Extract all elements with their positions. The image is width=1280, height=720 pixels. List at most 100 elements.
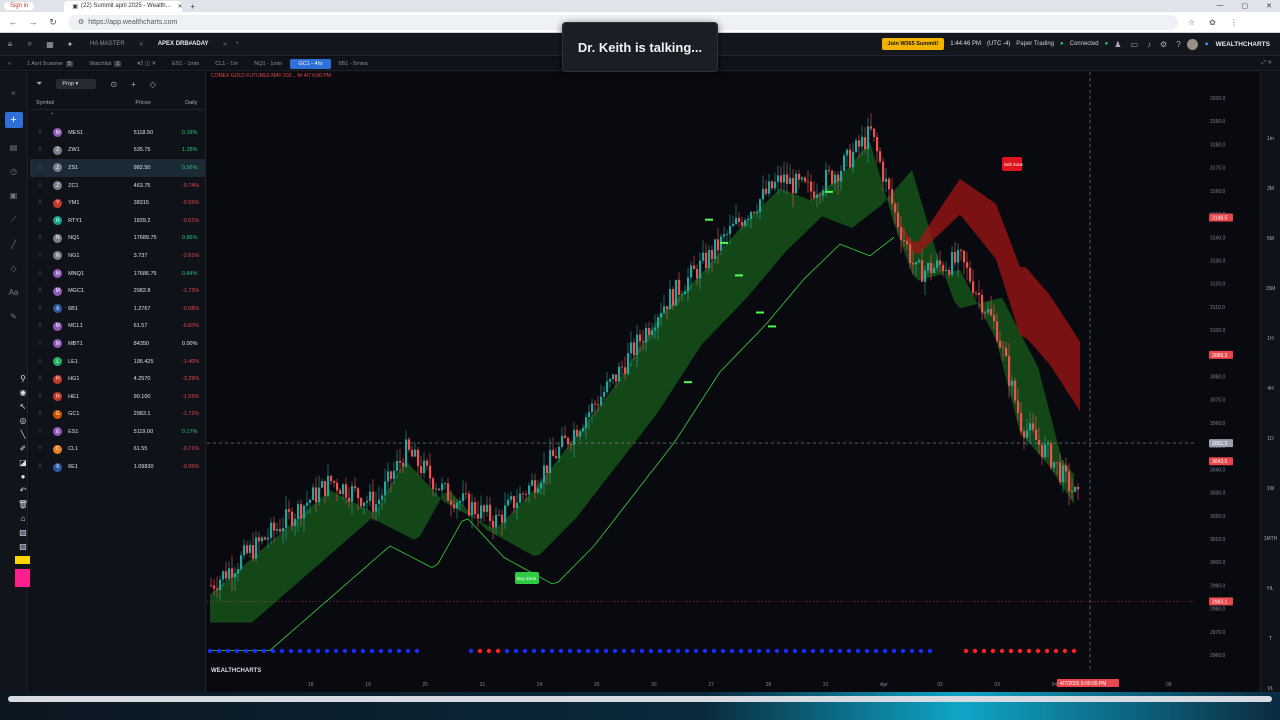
star-icon[interactable]: ☆ xyxy=(1188,18,1195,27)
watchlist-row[interactable]: ⠿ E ES1 5119.00 0.17% xyxy=(30,423,205,441)
menu-dots-icon[interactable]: ⋮ xyxy=(1230,18,1238,27)
drag-handle-icon[interactable]: ⠿ xyxy=(38,429,53,435)
color-swatch-yellow[interactable] xyxy=(15,556,31,564)
cursor-icon[interactable]: ↖ xyxy=(20,402,27,411)
sign-in-tab[interactable]: Sign in xyxy=(4,2,35,10)
watchlist-row[interactable]: ⠿ N NQ1 17689.75 0.86% xyxy=(30,230,205,248)
bell-icon[interactable]: ♪ xyxy=(1147,40,1151,49)
help-icon[interactable]: ? xyxy=(1176,40,1180,49)
new-tab-icon[interactable]: + xyxy=(190,2,195,11)
clock-icon[interactable]: ◷ xyxy=(10,167,17,176)
timeframe-label[interactable]: 1D xyxy=(1267,436,1273,442)
watchlist-row[interactable]: ⠿ R RTY1 1839.2 -0.01% xyxy=(30,212,205,230)
layers-icon[interactable]: ▧ xyxy=(19,528,27,537)
chart-icon[interactable]: ▤ xyxy=(10,143,18,152)
search-icon[interactable]: ⌕ xyxy=(20,39,40,49)
collapse-left-icon[interactable]: « xyxy=(0,61,19,67)
trash-icon[interactable]: 🗑 xyxy=(18,500,28,509)
drag-handle-icon[interactable]: ⠿ xyxy=(38,288,53,294)
timeframe-label[interactable]: 15M xyxy=(1266,286,1276,292)
avatar[interactable] xyxy=(1186,38,1198,50)
subtab-3[interactable]: CL1 - 1hr xyxy=(207,61,246,67)
watchlist-row[interactable]: ⠿ Z ZS1 982.50 0.56% xyxy=(30,159,205,177)
add-button[interactable]: + xyxy=(4,112,23,128)
minimize-icon[interactable]: — xyxy=(1217,2,1224,10)
close-window-icon[interactable]: ✕ xyxy=(1266,2,1272,10)
browser-tab-active[interactable]: ▣ (22) Summit april 2025 - Wealth... ✕ xyxy=(64,0,183,12)
drag-handle-icon[interactable]: ⠿ xyxy=(38,235,53,241)
add-symbol-icon[interactable]: + xyxy=(131,80,136,89)
timeframe-label[interactable]: HL xyxy=(1267,586,1273,592)
eraser-icon[interactable]: ◪ xyxy=(19,458,27,467)
users-icon[interactable]: ♟ xyxy=(1114,40,1121,49)
timeframe-label[interactable]: 3M xyxy=(1267,186,1274,192)
watchlist-row[interactable]: ⠿ Y YM1 38315 -0.55% xyxy=(30,194,205,212)
close-icon[interactable]: ✕ xyxy=(178,3,183,10)
drag-handle-icon[interactable]: ⠿ xyxy=(38,446,53,452)
undo-icon[interactable]: ↶ xyxy=(20,486,27,495)
tab-apex[interactable]: APEX DRB#ADAY xyxy=(148,41,219,47)
trend-icon[interactable]: ⟋ xyxy=(11,215,17,225)
timeframe-label[interactable]: 5M xyxy=(1267,236,1274,242)
close-icon[interactable]: ✕ xyxy=(139,41,144,48)
line-icon[interactable]: ╱ xyxy=(11,240,16,249)
collapse-icon[interactable]: « xyxy=(11,88,15,97)
line-tool-icon[interactable]: ╲ xyxy=(21,430,26,439)
close-icon[interactable]: ✕ xyxy=(223,41,228,48)
timeframe-label[interactable]: 1H xyxy=(1267,336,1273,342)
reload-icon[interactable]: ↻ xyxy=(46,17,60,28)
watchlist-row[interactable]: ⠿ M MGC1 2982.8 -1.73% xyxy=(30,282,205,300)
gear-icon[interactable]: ⚙ xyxy=(1160,40,1167,49)
paper-trading-status[interactable]: Paper Trading xyxy=(1016,41,1054,47)
drag-handle-icon[interactable]: ⠿ xyxy=(38,253,53,259)
watchlist-row[interactable]: ⠿ M MNQ1 17686.75 0.84% xyxy=(30,265,205,283)
watchlist-row[interactable]: ⠿ G GC1 2983.1 -1.72% xyxy=(30,406,205,424)
drag-handle-icon[interactable]: ⠿ xyxy=(38,147,53,153)
horizontal-scrollbar[interactable] xyxy=(8,696,1272,702)
watchlist-row[interactable]: ⠿ M MES1 5118.50 0.18% xyxy=(30,124,205,142)
price-chart[interactable]: 3200.03190.03180.03170.03160.03150.03140… xyxy=(207,72,1260,692)
filter-icon[interactable]: ⏷ xyxy=(36,79,42,89)
timeframe-label[interactable]: 1MTH xyxy=(1264,536,1278,542)
hamburger-icon[interactable]: ≡ xyxy=(0,40,20,49)
tag-icon[interactable]: ◇ xyxy=(150,80,156,89)
add-tab-icon[interactable]: + xyxy=(236,41,240,47)
col-symbol[interactable]: Symbol xyxy=(36,100,135,106)
split-icon[interactable]: ▾2 ◫ ✕ xyxy=(129,61,164,67)
drag-handle-icon[interactable]: ⠿ xyxy=(38,271,53,277)
pencil-icon[interactable]: ✎ xyxy=(10,312,17,321)
back-icon[interactable]: ← xyxy=(6,17,20,27)
drag-handle-icon[interactable]: ⠿ xyxy=(38,464,53,470)
drag-handle-icon[interactable]: ⠿ xyxy=(38,341,53,347)
drag-handle-icon[interactable]: ⠿ xyxy=(38,323,53,329)
drag-handle-icon[interactable]: ⠿ xyxy=(38,306,53,312)
text-icon[interactable]: Aa xyxy=(9,288,19,297)
watchlist-row[interactable]: ⠿ 6 6B1 1.2767 -0.08% xyxy=(30,300,205,318)
subtab-5[interactable]: GC1 - 4hr xyxy=(290,58,331,69)
pin-icon[interactable]: ⚲ xyxy=(20,374,26,383)
save-icon[interactable]: ▨ xyxy=(19,542,27,551)
watchlist-row[interactable]: ⠿ C CL1 61.55 -0.71% xyxy=(30,441,205,459)
watchlist-row[interactable]: ⠿ Z ZC1 463.75 -0.74% xyxy=(30,177,205,195)
dot-icon[interactable]: ● xyxy=(21,472,26,481)
watchlist-row[interactable]: ⠿ Z ZW1 535.75 1.28% xyxy=(30,142,205,160)
drag-handle-icon[interactable]: ⠿ xyxy=(38,183,53,189)
extensions-icon[interactable]: ✿ xyxy=(1209,18,1216,27)
watchlist-row[interactable]: ⠿ M MCL1 61.57 -0.60% xyxy=(30,318,205,336)
watchlist-dropdown[interactable]: Prop ▾ xyxy=(56,79,97,89)
expand-icon[interactable]: ⤢ ✕ xyxy=(1253,60,1280,67)
monitor-icon[interactable]: ▭ xyxy=(1130,40,1138,49)
subtab-2[interactable]: ES1 - 1min xyxy=(164,61,207,67)
subtab-1[interactable]: Watchlist 1 xyxy=(81,60,129,67)
timeframe-label[interactable]: 4H xyxy=(1267,386,1273,392)
tab-ha-master[interactable]: HA MASTER xyxy=(80,41,135,47)
drag-handle-icon[interactable]: ⠿ xyxy=(38,359,53,365)
color-swatch-pink[interactable] xyxy=(15,569,31,587)
drag-handle-icon[interactable]: ⠿ xyxy=(38,130,53,136)
calendar-icon[interactable]: ▣ xyxy=(10,191,18,200)
watchlist-row[interactable]: ⠿ H HG1 4.2570 -3.29% xyxy=(30,370,205,388)
forward-icon[interactable]: → xyxy=(26,17,40,27)
lock-icon[interactable]: ⌂ xyxy=(21,514,26,523)
timeframe-label[interactable]: T xyxy=(1269,636,1272,642)
ai-icon[interactable]: ✦ xyxy=(60,40,80,49)
